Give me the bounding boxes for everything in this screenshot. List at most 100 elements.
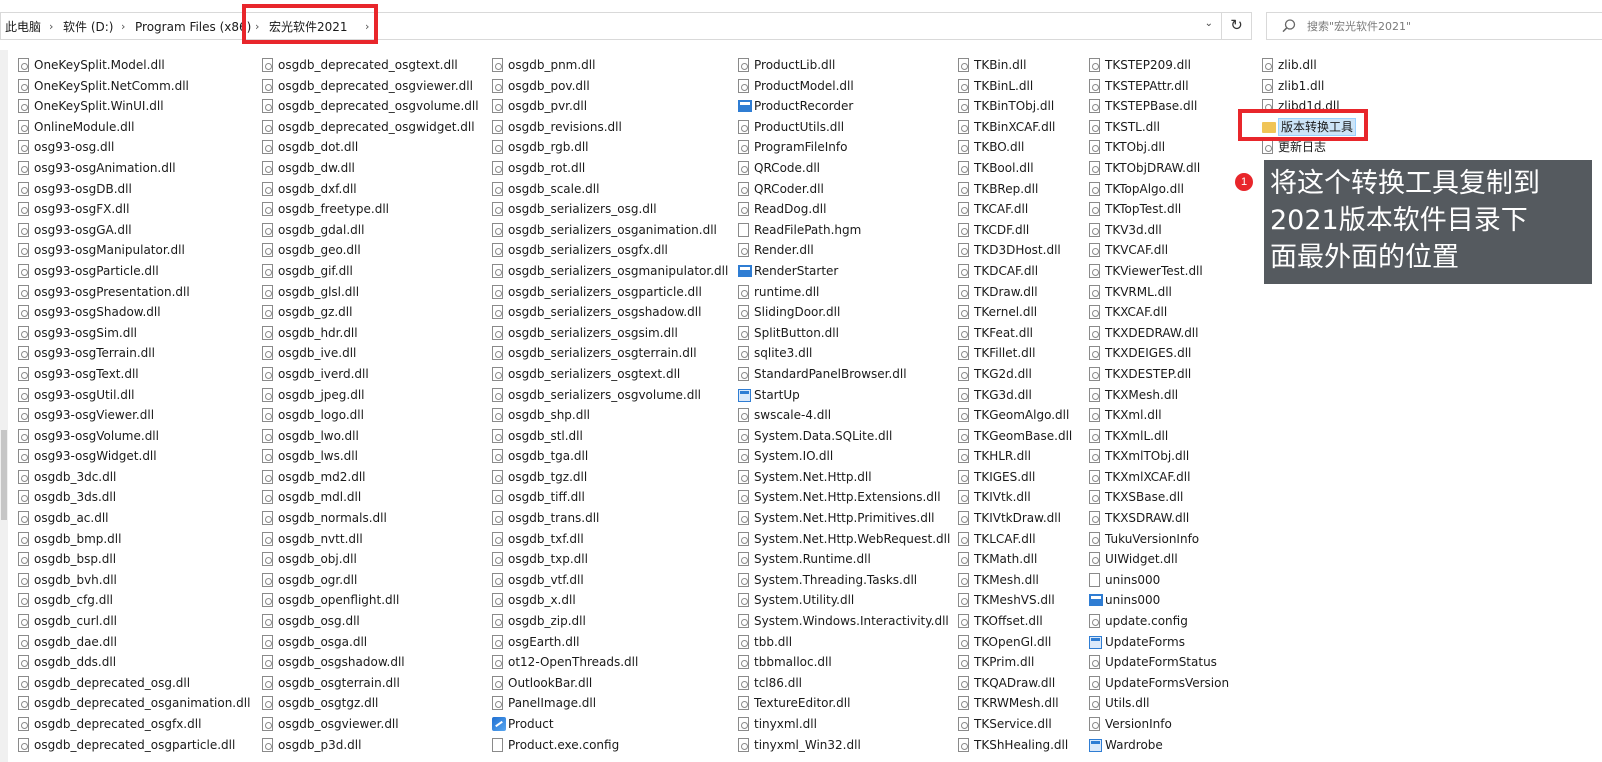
file-name: osgdb_tga.dll — [508, 449, 589, 464]
dll-file-icon — [958, 263, 969, 278]
file-name: osgdb_vtf.dll — [508, 572, 584, 587]
dll-file-icon — [958, 181, 969, 196]
app-icon — [738, 264, 752, 277]
file-name: TKBool.dll — [974, 160, 1034, 175]
dll-file-icon — [958, 387, 969, 402]
file-name: osgdb_bvh.dll — [34, 572, 117, 587]
file-name: osgdb_pnm.dll — [508, 58, 596, 72]
dll-file-icon — [958, 243, 969, 258]
breadcrumb-separator-icon[interactable]: › — [121, 18, 125, 36]
dll-file-icon — [738, 717, 749, 731]
file-name: TKOffset.dll — [974, 614, 1043, 629]
dll-file-icon — [18, 284, 29, 299]
dll-file-icon — [1262, 99, 1273, 114]
file-name: osg93-osgAnimation.dll — [34, 160, 176, 175]
dll-file-icon — [18, 511, 29, 526]
file-list[interactable]: OneKeySplit.Model.dll OneKeySplit.NetComm… — [0, 50, 1602, 762]
dll-file-icon — [262, 428, 273, 443]
dll-file-icon — [1089, 490, 1100, 505]
dll-file-icon — [1262, 78, 1273, 93]
breadcrumb-this-pc[interactable]: 此电脑 — [5, 18, 41, 36]
dll-file-icon — [958, 366, 969, 381]
dll-file-icon — [738, 243, 749, 258]
file-name: TKIGES.dll — [974, 469, 1036, 484]
file-name: UpdateFormStatus — [1105, 655, 1217, 670]
file-name: osg93-osgWidget.dll — [34, 449, 157, 464]
file-name: osg93-osgParticle.dll — [34, 263, 159, 278]
file-name: StartUp — [754, 387, 800, 402]
dll-file-icon — [958, 614, 969, 629]
file-name: osgdb_mdl.dll — [278, 490, 362, 505]
dll-file-icon — [1262, 140, 1273, 155]
file-name: osgdb_openflight.dll — [278, 593, 400, 608]
file-name: System.Net.Http.WebRequest.dll — [754, 531, 951, 546]
file-name: osgdb_rgb.dll — [508, 140, 589, 155]
file-name: TKBRep.dll — [974, 181, 1039, 196]
dll-file-icon — [1262, 58, 1273, 72]
dll-file-icon — [738, 366, 749, 381]
file-name: TKTopAlgo.dll — [1105, 181, 1184, 196]
breadcrumb-separator-icon[interactable]: › — [49, 18, 53, 36]
dll-file-icon — [1089, 305, 1100, 320]
file-name: TKDCAF.dll — [974, 263, 1039, 278]
breadcrumb-separator-icon[interactable]: › — [255, 18, 259, 36]
file-name: osgdb_dds.dll — [34, 655, 117, 670]
breadcrumb-current-folder[interactable]: 宏光软件2021 — [269, 18, 348, 36]
file-name: System.Threading.Tasks.dll — [754, 572, 918, 587]
history-dropdown-icon[interactable]: ⌄ — [1205, 18, 1213, 29]
dll-file-icon — [738, 408, 749, 423]
dll-file-icon — [18, 305, 29, 320]
file-name: osgdb_osg.dll — [278, 614, 360, 629]
file-name: System.IO.dll — [754, 449, 834, 464]
file-name: osgdb_serializers_osgparticle.dll — [508, 284, 702, 299]
dll-file-icon — [262, 119, 273, 134]
file-name: osgdb_ac.dll — [34, 511, 109, 526]
file-name: osgdb_freetype.dll — [278, 202, 390, 217]
dll-file-icon — [262, 140, 273, 155]
dll-file-icon — [492, 305, 503, 320]
dll-file-icon — [18, 531, 29, 546]
file-name: OneKeySplit.Model.dll — [34, 58, 165, 72]
dll-file-icon — [18, 552, 29, 567]
dll-file-icon — [18, 263, 29, 278]
scrollbar-thumb[interactable] — [1, 430, 7, 520]
dll-file-icon — [738, 325, 749, 340]
file-name: osgdb_serializers_osg.dll — [508, 202, 657, 217]
dll-file-icon — [262, 675, 273, 690]
dll-file-icon — [958, 99, 969, 114]
vertical-scrollbar[interactable] — [0, 50, 8, 762]
dll-file-icon — [262, 58, 273, 72]
dll-file-icon — [262, 655, 273, 670]
file-name: osgdb_x.dll — [508, 593, 576, 608]
file-name: osgdb_3dc.dll — [34, 469, 117, 484]
instruction-callout: 将这个转换工具复制到 2021版本软件目录下 面最外面的位置 — [1264, 160, 1592, 284]
file-name: ProductRecorder — [754, 99, 854, 114]
file-name: TextureEditor.dll — [754, 696, 851, 711]
file-name: osgdb_gif.dll — [278, 263, 353, 278]
file-name: zlibd1d.dll — [1278, 99, 1340, 114]
refresh-button[interactable]: ↻ — [1221, 12, 1251, 40]
dll-file-icon — [958, 490, 969, 505]
dll-file-icon — [492, 222, 503, 237]
dll-file-icon — [492, 243, 503, 258]
breadcrumb-separator-icon[interactable]: › — [365, 18, 369, 36]
file-icon — [738, 222, 749, 237]
dll-file-icon — [18, 490, 29, 505]
breadcrumb-program-files[interactable]: Program Files (x86) — [135, 18, 251, 36]
address-bar[interactable]: 此电脑 › 软件 (D:) › Program Files (x86) › 宏光… — [0, 12, 1252, 40]
breadcrumb-drive-d[interactable]: 软件 (D:) — [63, 18, 113, 36]
file-name: Product.exe.config — [508, 737, 620, 752]
dll-file-icon — [492, 408, 503, 423]
file-name: System.Net.Http.dll — [754, 469, 872, 484]
file-name: osgdb_serializers_osgshadow.dll — [508, 305, 702, 320]
dll-file-icon — [492, 469, 503, 484]
file-icon — [492, 737, 503, 752]
file-name: TKViewerTest.dll — [1105, 263, 1203, 278]
file-name: TKernel.dll — [974, 305, 1038, 320]
file-name: osgdb_nvtt.dll — [278, 531, 363, 546]
dll-file-icon — [262, 490, 273, 505]
search-input[interactable] — [1307, 17, 1587, 35]
file-name: TKTObjDRAW.dll — [1105, 160, 1201, 175]
file-name: osgdb_serializers_osgsim.dll — [508, 325, 678, 340]
search-box[interactable] — [1266, 12, 1602, 40]
